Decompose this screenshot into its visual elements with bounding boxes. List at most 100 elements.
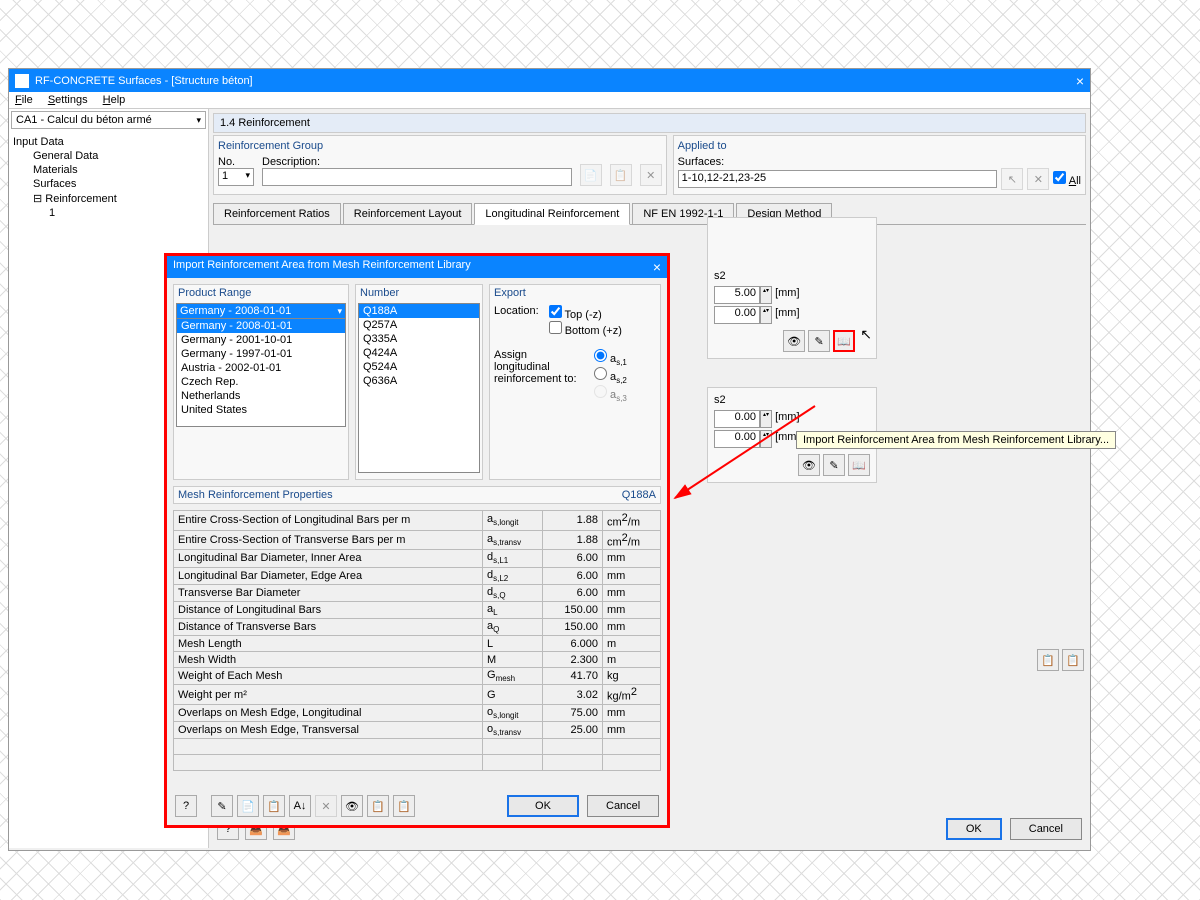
- list-item[interactable]: Netherlands: [177, 389, 345, 403]
- surfaces-input[interactable]: 1-10,12-21,23-25: [678, 170, 998, 188]
- spinner-1[interactable]: 5.00: [714, 286, 760, 304]
- dialog-ok-button[interactable]: OK: [507, 795, 579, 817]
- surfaces-label: Surfaces:: [678, 156, 1081, 168]
- menu-settings[interactable]: Settings: [48, 94, 88, 106]
- number-title: Number: [356, 285, 482, 301]
- as1-radio[interactable]: as,1: [594, 353, 627, 365]
- location-label: Location:: [494, 305, 539, 337]
- table-row: Distance of Transverse BarsaQ150.00mm: [174, 619, 661, 636]
- desc-label: Description:: [262, 156, 572, 168]
- table-row: Overlaps on Mesh Edge, Transversalos,tra…: [174, 722, 661, 739]
- spin-buttons-icon[interactable]: ▴▾: [760, 286, 772, 304]
- library-icon[interactable]: 📖: [848, 454, 870, 476]
- tab-layout[interactable]: Reinforcement Layout: [343, 203, 473, 224]
- paste-all-icon[interactable]: 📋: [1062, 649, 1084, 671]
- close-icon[interactable]: ×: [1076, 73, 1084, 89]
- dialog-title: Import Reinforcement Area from Mesh Rein…: [173, 259, 471, 275]
- spinner-2[interactable]: 0.00: [714, 306, 760, 324]
- all-checkbox[interactable]: All: [1053, 171, 1081, 187]
- tab-panel-fragment: s2 5.00▴▾ [mm] 0.00▴▾ [mm] 👁 ✎ 📖 ↖: [707, 217, 877, 359]
- no-label: No.: [218, 156, 254, 168]
- tree-root[interactable]: Input Data: [13, 135, 204, 149]
- table-row: Mesh LengthL6.000m: [174, 636, 661, 652]
- table-row: Weight per m²G3.02kg/m2: [174, 685, 661, 705]
- edit-icon[interactable]: ✎: [211, 795, 233, 817]
- list-item[interactable]: Q636A: [359, 374, 479, 388]
- chevron-down-icon: ▾: [337, 306, 342, 317]
- copy-all-icon[interactable]: 📋: [1037, 649, 1059, 671]
- tab-longitudinal[interactable]: Longitudinal Reinforcement: [474, 203, 630, 225]
- window-title: RF-CONCRETE Surfaces - [Structure béton]: [35, 74, 253, 86]
- as2-radio[interactable]: as,2: [594, 371, 627, 383]
- main-cancel-button[interactable]: Cancel: [1010, 818, 1082, 840]
- list-item[interactable]: Czech Rep.: [177, 375, 345, 389]
- tree-reinforcement[interactable]: ⊟ Reinforcement: [13, 191, 204, 206]
- dialog-close-icon[interactable]: ×: [653, 259, 661, 275]
- export-title: Export: [490, 285, 660, 301]
- table-row: Mesh WidthM2.300m: [174, 652, 661, 668]
- tab-ratios[interactable]: Reinforcement Ratios: [213, 203, 341, 224]
- title-bar[interactable]: RF-CONCRETE Surfaces - [Structure béton]…: [9, 69, 1090, 92]
- list-item[interactable]: Germany - 1997-01-01: [177, 347, 345, 361]
- props-id: Q188A: [622, 489, 656, 501]
- bottom-checkbox[interactable]: Bottom (+z): [549, 325, 622, 337]
- pick-icon: ↖: [1001, 168, 1023, 190]
- calculation-dropdown[interactable]: CA1 - Calcul du béton armé▾: [11, 111, 206, 129]
- new-icon[interactable]: 📄: [237, 795, 259, 817]
- list-item[interactable]: Austria - 2002-01-01: [177, 361, 345, 375]
- eye-icon[interactable]: 👁: [783, 330, 805, 352]
- sort-icon[interactable]: A↓: [289, 795, 311, 817]
- list-item[interactable]: Q424A: [359, 346, 479, 360]
- description-input[interactable]: [262, 168, 572, 186]
- table-row: Transverse Bar Diameterds,Q6.00mm: [174, 584, 661, 601]
- copy-icon[interactable]: 📋: [263, 795, 285, 817]
- export-panel: Export Location: Top (-z) Bottom (+z) As…: [489, 284, 661, 480]
- menu-help[interactable]: Help: [103, 94, 126, 106]
- annotation-arrow: [665, 400, 825, 510]
- list-item[interactable]: Germany - 2008-01-01: [177, 319, 345, 333]
- delete-icon: ✕: [640, 164, 662, 186]
- spin-buttons-icon[interactable]: ▴▾: [760, 306, 772, 324]
- product-range-title: Product Range: [174, 285, 348, 301]
- dialog-title-bar[interactable]: Import Reinforcement Area from Mesh Rein…: [167, 256, 667, 278]
- library-icon[interactable]: 📖: [833, 330, 855, 352]
- table-row: Entire Cross-Section of Transverse Bars …: [174, 530, 661, 550]
- paste-data-icon[interactable]: 📋: [393, 795, 415, 817]
- import-dialog: Import Reinforcement Area from Mesh Rein…: [164, 253, 670, 828]
- help-icon[interactable]: ?: [175, 795, 197, 817]
- new-icon: 📄: [580, 164, 602, 186]
- edit-icon[interactable]: ✎: [808, 330, 830, 352]
- copy-data-icon[interactable]: 📋: [367, 795, 389, 817]
- product-range-combo[interactable]: Germany - 2008-01-01▾: [176, 303, 346, 319]
- unit-mm: [mm]: [775, 287, 799, 299]
- eye-icon[interactable]: 👁: [341, 795, 363, 817]
- assign-label: Assign longitudinal reinforcement to:: [494, 349, 584, 404]
- library-tooltip: Import Reinforcement Area from Mesh Rein…: [796, 431, 1116, 449]
- list-item[interactable]: Q524A: [359, 360, 479, 374]
- product-range-panel: Product Range Germany - 2008-01-01▾ Germ…: [173, 284, 349, 480]
- list-item[interactable]: Q188A: [359, 304, 479, 318]
- table-row: Entire Cross-Section of Longitudinal Bar…: [174, 511, 661, 531]
- tree-reinforcement-1[interactable]: 1: [13, 206, 204, 220]
- tree-surfaces[interactable]: Surfaces: [13, 177, 204, 191]
- list-item[interactable]: Germany - 2001-10-01: [177, 333, 345, 347]
- product-range-list[interactable]: Germany - 2008-01-01 Germany - 2001-10-0…: [176, 319, 346, 427]
- main-ok-button[interactable]: OK: [946, 818, 1002, 840]
- list-item[interactable]: Q257A: [359, 318, 479, 332]
- nav-tree: Input Data General Data Materials Surfac…: [9, 131, 208, 224]
- top-checkbox[interactable]: Top (-z): [549, 309, 602, 321]
- table-row: Overlaps on Mesh Edge, Longitudinalos,lo…: [174, 705, 661, 722]
- number-list[interactable]: Q188A Q257A Q335A Q424A Q524A Q636A: [358, 303, 480, 473]
- table-row: Longitudinal Bar Diameter, Edge Areads,L…: [174, 567, 661, 584]
- edit-icon[interactable]: ✎: [823, 454, 845, 476]
- no-dropdown[interactable]: 1▾: [218, 168, 254, 186]
- properties-table: Entire Cross-Section of Longitudinal Bar…: [173, 510, 661, 771]
- dialog-cancel-button[interactable]: Cancel: [587, 795, 659, 817]
- applied-to-box: Applied to Surfaces: 1-10,12-21,23-25 ↖ …: [673, 135, 1086, 195]
- list-item[interactable]: Q335A: [359, 332, 479, 346]
- tree-materials[interactable]: Materials: [13, 163, 204, 177]
- calc-dropdown-text: CA1 - Calcul du béton armé: [16, 114, 152, 126]
- list-item[interactable]: United States: [177, 403, 345, 417]
- tree-general-data[interactable]: General Data: [13, 149, 204, 163]
- menu-file[interactable]: File: [15, 94, 33, 106]
